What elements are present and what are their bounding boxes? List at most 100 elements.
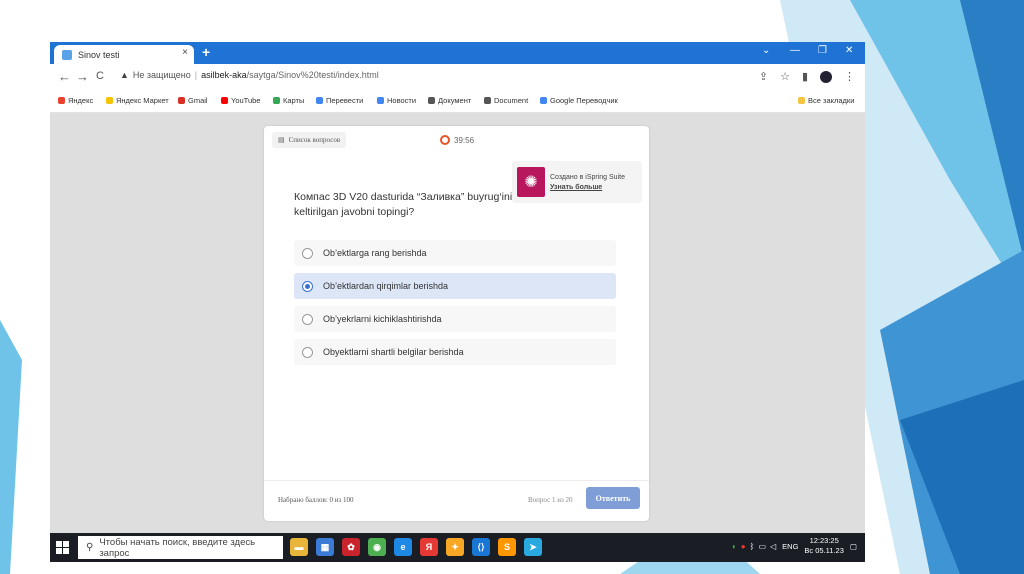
toolbar-actions: ⇪ ☆ ▮ ⋮ xyxy=(759,70,855,83)
bookmark-label: Документ xyxy=(438,96,472,105)
profile-avatar[interactable] xyxy=(820,70,832,83)
bookmark-label: Document xyxy=(494,96,529,105)
windows-start-icon[interactable] xyxy=(56,541,69,554)
quiz-footer: Набрано баллов: 0 из 100 Вопрос 1 из 20 … xyxy=(264,480,649,521)
url-field[interactable]: ▲ Не защищено | asilbek-aka/saytga/Sinov… xyxy=(120,70,379,80)
page-content: ▤ Список вопросов 39:56 Компас 3D V20 da… xyxy=(50,113,865,533)
document-icon xyxy=(428,97,435,104)
bookmark-label: Карты xyxy=(283,96,305,105)
app-icon[interactable]: ✦ xyxy=(446,538,464,556)
security-warning[interactable]: Не защищено xyxy=(133,70,191,80)
score-text: Набрано баллов: 0 из 100 xyxy=(278,496,354,504)
timer-icon xyxy=(440,135,450,145)
close-icon[interactable]: × xyxy=(182,47,188,58)
answer-option-1[interactable]: Ob’ektlarga rang berishda xyxy=(294,240,616,266)
sublime-icon[interactable]: S xyxy=(498,538,516,556)
url-separator: | xyxy=(194,70,198,80)
windows-taskbar: ⚲ Чтобы начать поиск, введите здесь запр… xyxy=(50,533,865,562)
answer-option-4[interactable]: Obyektlarni shartli belgilar berishda xyxy=(294,339,616,365)
all-bookmarks[interactable]: Все закладки xyxy=(798,96,854,105)
market-icon xyxy=(106,97,113,104)
tray-app-icon[interactable]: ◐ xyxy=(732,542,737,551)
explorer-icon[interactable]: ▬ xyxy=(290,538,308,556)
bookmark-item[interactable]: YouTube xyxy=(221,96,260,105)
edge-icon[interactable]: e xyxy=(394,538,412,556)
notifications-icon[interactable]: ▢ xyxy=(850,542,857,551)
radio-button[interactable] xyxy=(302,247,313,259)
bookmark-item[interactable]: Яндекс Маркет xyxy=(106,96,169,105)
store-icon[interactable]: ▦ xyxy=(316,538,334,556)
ispring-badge[interactable]: ✺ Создано в iSpring Suite Узнать больше xyxy=(512,161,642,203)
bluetooth-icon[interactable]: ᛒ xyxy=(750,542,755,551)
answer-label: Ob’yekrlarni kichiklashtirishda xyxy=(323,314,442,324)
timer: 39:56 xyxy=(440,135,474,145)
submit-button[interactable]: Ответить xyxy=(586,487,640,509)
answer-label: Obyektlarni shartli belgilar berishda xyxy=(323,347,464,357)
bookmark-item[interactable]: Документ xyxy=(428,96,471,105)
yandex-browser-icon[interactable]: Я xyxy=(420,538,438,556)
network-icon[interactable]: ▭ xyxy=(758,542,766,551)
bookmark-label: Яндекс Маркет xyxy=(116,96,169,105)
sidepanel-icon[interactable]: ▮ xyxy=(802,70,808,83)
all-bookmarks-label: Все закладки xyxy=(808,96,855,105)
answer-option-2[interactable]: Ob’ektlardan qirqimlar berishda xyxy=(294,273,616,299)
reload-button[interactable]: C xyxy=(96,70,104,82)
news-icon xyxy=(377,97,384,104)
answer-option-3[interactable]: Ob’yekrlarni kichiklashtirishda xyxy=(294,306,616,332)
minimize-button[interactable]: — xyxy=(790,45,800,56)
language-indicator[interactable]: ENG xyxy=(782,542,798,551)
bookmark-label: YouTube xyxy=(231,96,261,105)
question-text: Компас 3D V20 dasturida “Заливка” buyrug… xyxy=(294,191,536,218)
huawei-icon[interactable]: ✿ xyxy=(342,538,360,556)
youtube-icon xyxy=(221,97,228,104)
clock-time: 12:23:25 xyxy=(809,536,839,545)
warning-icon: ▲ xyxy=(120,70,129,80)
telegram-icon[interactable]: ➤ xyxy=(524,538,542,556)
new-tab-button[interactable]: + xyxy=(202,44,210,60)
menu-icon[interactable]: ⋮ xyxy=(844,70,855,83)
taskbar-search-input[interactable]: ⚲ Чтобы начать поиск, введите здесь запр… xyxy=(78,536,283,559)
vscode-icon[interactable]: ⟨⟩ xyxy=(472,538,490,556)
radio-button-selected[interactable] xyxy=(302,280,313,292)
maximize-button[interactable]: ❐ xyxy=(818,45,827,56)
list-icon: ▤ xyxy=(278,136,285,144)
share-icon[interactable]: ⇪ xyxy=(759,70,768,83)
forward-button[interactable]: → xyxy=(76,69,89,84)
url-path: /saytga/Sinov%20testi/index.html xyxy=(246,70,379,80)
answer-label: Ob’ektlardan qirqimlar berishda xyxy=(323,281,449,291)
bookmark-item[interactable]: Яндекс xyxy=(58,96,93,105)
bookmark-label: Яндекс xyxy=(68,96,94,105)
yandex-icon xyxy=(58,97,65,104)
answer-label: Ob’ektlarga rang berishda xyxy=(323,248,427,258)
search-placeholder: Чтобы начать поиск, введите здесь запрос xyxy=(99,536,256,559)
address-bar: ← → C ▲ Не защищено | asilbek-aka/saytga… xyxy=(50,64,865,90)
bookmark-item[interactable]: Карты xyxy=(273,96,304,105)
timer-value: 39:56 xyxy=(454,135,475,145)
bookmark-item[interactable]: Document xyxy=(484,96,528,105)
bookmark-label: Google Переводчик xyxy=(550,96,618,105)
chrome-icon[interactable]: ◉ xyxy=(368,538,386,556)
question-list-button[interactable]: ▤ Список вопросов xyxy=(272,132,347,148)
tray-app-icon[interactable]: ● xyxy=(741,542,746,551)
tab-sinov-testi[interactable]: Sinov testi × xyxy=(54,45,194,64)
close-window-button[interactable]: ✕ xyxy=(845,45,853,56)
bookmark-star-icon[interactable]: ☆ xyxy=(780,70,790,83)
translate-icon xyxy=(540,97,547,104)
folder-icon xyxy=(798,97,805,104)
radio-button[interactable] xyxy=(302,313,313,325)
bookmark-label: Перевести xyxy=(326,96,364,105)
bookmark-item[interactable]: Новости xyxy=(377,96,416,105)
tab-search-icon[interactable]: ⌄ xyxy=(762,45,770,56)
bookmark-label: Gmail xyxy=(188,96,208,105)
volume-icon[interactable]: ◁ xyxy=(770,542,776,551)
back-button[interactable]: ← xyxy=(58,69,71,84)
taskbar-apps: ▬ ▦ ✿ ◉ e Я ✦ ⟨⟩ S ➤ xyxy=(290,538,542,556)
bookmark-item[interactable]: Перевести xyxy=(316,96,363,105)
ispring-learn-more-link[interactable]: Узнать больше xyxy=(550,183,625,193)
clock-date: Вс 05.11.23 xyxy=(804,546,844,555)
clock[interactable]: 12:23:25 Вс 05.11.23 xyxy=(804,536,843,556)
tab-strip: Sinov testi × + ⌄ — ❐ ✕ xyxy=(50,42,865,64)
radio-button[interactable] xyxy=(302,346,313,358)
bookmark-item[interactable]: Gmail xyxy=(178,96,208,105)
bookmark-item[interactable]: Google Переводчик xyxy=(540,96,618,105)
